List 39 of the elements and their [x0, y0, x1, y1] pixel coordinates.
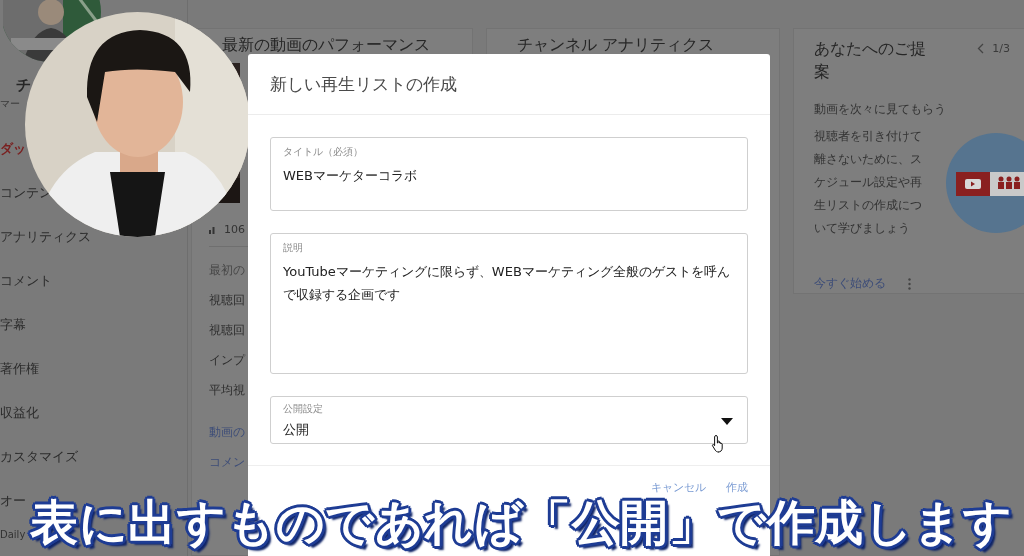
metric-label: 視聴回	[209, 321, 245, 339]
field-value: WEBマーケターコラボ	[283, 167, 417, 185]
sidebar-item[interactable]: 著作権	[0, 360, 39, 378]
title-field[interactable]: タイトル（必須） WEBマーケターコラボ	[270, 137, 748, 211]
footer-text: Daily	[0, 529, 26, 540]
suggestion-heading: 動画を次々に見てもらう	[814, 101, 946, 117]
suggestion-text: 視聴者を引き付けて離さないために、スケジュール設定や再生リストの作成について学びましょう	[814, 128, 923, 237]
more-icon[interactable]	[908, 277, 911, 290]
channel-name: チ	[16, 75, 31, 95]
caret-icon	[721, 418, 733, 425]
card-title: 最新の動画のパフォーマンス	[222, 35, 430, 55]
field-value: YouTubeマーケティングに限らず、WEBマーケティング全般のゲストを呼んで収録する企画です	[283, 263, 731, 304]
chevron-left-icon[interactable]	[977, 43, 985, 54]
cancel-button[interactable]: キャンセル	[651, 478, 706, 497]
sidebar-item[interactable]: コメント	[0, 272, 52, 290]
bar-chart-icon	[209, 225, 218, 234]
sidebar-item[interactable]: アナリティクス	[0, 228, 91, 246]
view-count: 106	[224, 223, 245, 236]
start-link[interactable]: 今すぐ始める	[814, 276, 886, 291]
field-label: 説明	[283, 242, 304, 255]
field-value: 公開	[283, 421, 309, 439]
sidebar-item[interactable]: カスタマイズ	[0, 448, 78, 466]
sidebar-item[interactable]: ダッ	[0, 140, 26, 158]
metric-label: インプ	[209, 351, 245, 369]
page-counter: 1/3	[992, 42, 1010, 55]
card-title: チャンネル アナリティクス	[517, 35, 715, 55]
field-label: 公開設定	[283, 403, 324, 416]
card-title: あなたへのご提案	[814, 38, 927, 83]
metric-label: 視聴回	[209, 291, 245, 309]
sidebar-item[interactable]: オー	[0, 492, 26, 510]
field-label: タイトル（必須）	[283, 146, 364, 159]
sidebar-item[interactable]: 収益化	[0, 404, 39, 422]
create-button[interactable]: 作成	[726, 478, 748, 497]
dialog-title: 新しい再生リストの作成	[270, 72, 457, 96]
metric-label: 平均視	[209, 381, 245, 399]
description-field[interactable]: 説明 YouTubeマーケティングに限らず、WEBマーケティング全般のゲストを呼んで収録する企画です	[270, 233, 748, 374]
card-link[interactable]: 動画の	[209, 423, 245, 441]
sidebar-item[interactable]: 字幕	[0, 316, 26, 334]
visibility-dropdown[interactable]: 公開設定 公開	[270, 396, 748, 444]
